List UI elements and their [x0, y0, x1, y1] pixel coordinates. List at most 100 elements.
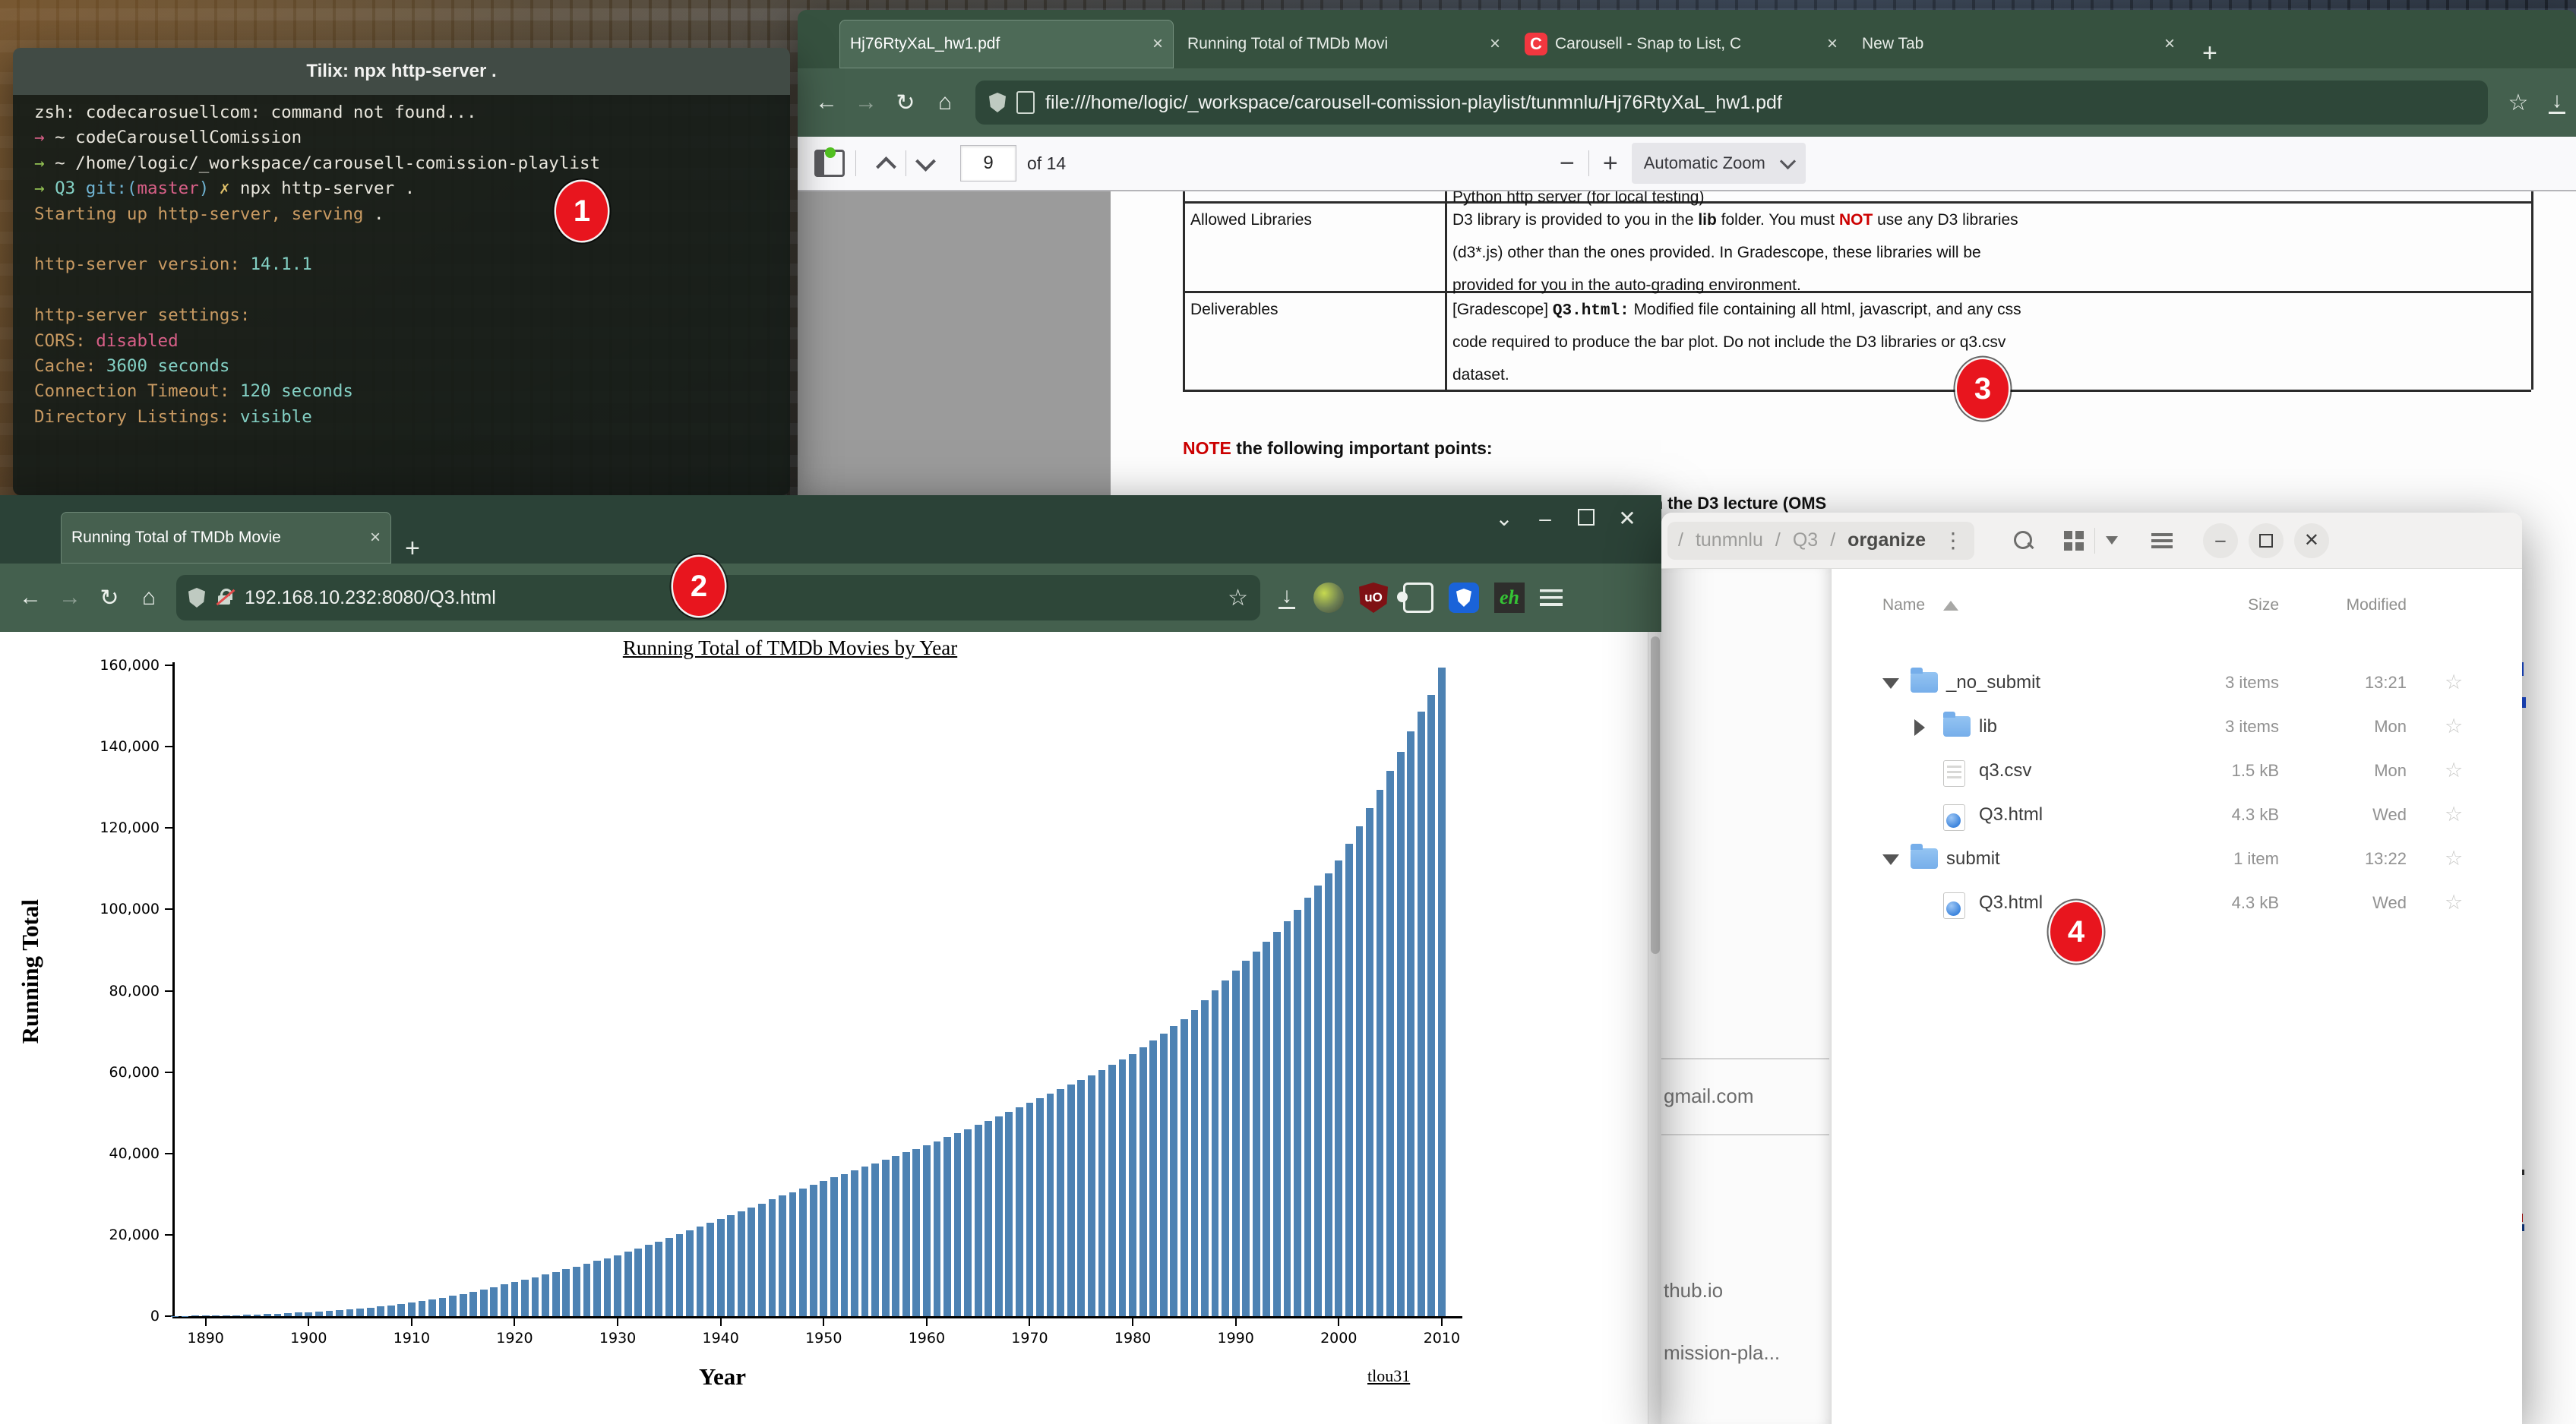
tab-close-icon[interactable]: × — [2164, 33, 2175, 55]
page-number-input[interactable]: 9 — [960, 145, 1016, 182]
eh-extension-icon[interactable]: eh — [1494, 583, 1525, 613]
fm-close-button[interactable]: ✕ — [2294, 523, 2329, 558]
terminal-output[interactable]: zsh: codecarosuellcom: command not found… — [13, 95, 790, 495]
forward-icon[interactable]: → — [846, 90, 886, 115]
bar-1996 — [1294, 910, 1301, 1316]
extensions-puzzle-icon[interactable] — [1403, 583, 1433, 613]
favorite-star-icon[interactable]: ☆ — [2445, 891, 2463, 914]
new-tab-button[interactable]: + — [2202, 39, 2217, 68]
favorite-star-icon[interactable]: ☆ — [2445, 847, 2463, 870]
tab-carousell-snap-to-list-c[interactable]: CCarousell - Snap to List, C× — [1514, 20, 1848, 68]
sort-ascending-icon[interactable] — [1943, 601, 1958, 611]
chart-credit-link[interactable]: tlou31 — [1367, 1366, 1410, 1386]
file-row-name[interactable]: Q3.html — [1979, 892, 2043, 914]
tab-hj76rtyxal-hw1-pdf[interactable]: Hj76RtyXaL_hw1.pdf× — [839, 20, 1174, 68]
grid-view-icon[interactable] — [2064, 531, 2084, 551]
view-options-caret-icon[interactable] — [2106, 536, 2118, 545]
favorite-star-icon[interactable]: ☆ — [2445, 803, 2463, 826]
tracking-shield-icon[interactable] — [989, 93, 1006, 112]
terminal-text: Cache: — [34, 356, 106, 376]
fm-minimize-button[interactable]: – — [2203, 523, 2238, 558]
status-green-dot — [825, 147, 836, 158]
file-row-name[interactable]: submit — [1946, 848, 2000, 870]
home-icon[interactable]: ⌂ — [925, 90, 965, 115]
x-tick-mark — [1029, 1318, 1030, 1326]
bookmark-star-icon[interactable]: ☆ — [1228, 585, 1248, 611]
tracking-shield-icon[interactable] — [188, 588, 205, 608]
downloads-icon[interactable]: ↓ — [1275, 586, 1298, 609]
next-page-icon[interactable] — [915, 151, 936, 172]
tab-close-icon[interactable]: × — [1490, 33, 1500, 55]
kebab-menu-icon[interactable]: ⋮ — [1942, 528, 1964, 553]
breadcrumb-organize[interactable]: organize — [1847, 529, 1926, 551]
forward-icon[interactable]: → — [50, 585, 90, 611]
maximize-button[interactable] — [1566, 507, 1607, 531]
file-row-size: 1 item — [2150, 849, 2279, 869]
url-bar[interactable]: file:///home/logic/_workspace/carousell-… — [975, 81, 2488, 125]
tab-close-icon[interactable]: × — [1827, 33, 1838, 55]
terminal-titlebar[interactable]: Tilix: npx http-server . — [13, 48, 790, 95]
expander-open-icon[interactable] — [1882, 678, 1899, 689]
breadcrumb[interactable]: / tunmnlu / Q3 / organize ⋮ — [1667, 522, 1974, 560]
menu-hamburger-icon[interactable] — [1540, 589, 1563, 606]
bar-1941 — [727, 1215, 735, 1316]
bar-1930 — [614, 1255, 621, 1316]
y-tick-label: 20,000 — [46, 1227, 160, 1243]
url-text[interactable]: file:///home/logic/_workspace/carousell-… — [1045, 92, 2474, 114]
breadcrumb-tunmnlu[interactable]: tunmnlu — [1696, 529, 1763, 551]
zoom-select[interactable]: Automatic Zoom — [1632, 143, 1806, 184]
profile-avatar[interactable] — [1313, 583, 1344, 613]
bar-1999 — [1325, 873, 1332, 1316]
file-row-size: 4.3 kB — [2150, 805, 2279, 825]
breadcrumb-root[interactable]: / — [1678, 529, 1683, 551]
back-icon[interactable]: ← — [807, 90, 846, 115]
tab-close-icon[interactable]: × — [370, 527, 381, 548]
expander-open-icon[interactable] — [1882, 854, 1899, 865]
bar-1910 — [408, 1302, 416, 1316]
scrollbar[interactable] — [1648, 632, 1661, 1424]
bar-1965 — [975, 1125, 982, 1316]
file-row-name[interactable]: Q3.html — [1979, 804, 2043, 826]
favorite-star-icon[interactable]: ☆ — [2445, 671, 2463, 694]
previous-page-icon[interactable] — [876, 156, 896, 177]
close-button[interactable]: ✕ — [1607, 506, 1648, 531]
bitwarden-icon[interactable] — [1449, 583, 1479, 613]
reload-icon[interactable]: ↻ — [886, 90, 925, 116]
downloads-icon[interactable]: ↓ — [2546, 91, 2568, 114]
scrollbar-thumb[interactable] — [1651, 636, 1660, 954]
column-header-size[interactable]: Size — [2150, 596, 2279, 614]
bar-1918 — [490, 1287, 498, 1316]
ublock-origin-icon[interactable]: uO — [1359, 583, 1388, 613]
file-row-name[interactable]: lib — [1979, 716, 1997, 737]
zoom-in-button[interactable]: + — [1589, 149, 1632, 178]
column-header-modified[interactable]: Modified — [2277, 596, 2407, 614]
minimize-button[interactable]: – — [1525, 507, 1566, 531]
tab-running-total[interactable]: Running Total of TMDb Movie × — [61, 512, 391, 564]
bookmark-star-icon[interactable]: ☆ — [2499, 90, 2538, 116]
list-tabs-chevron-icon[interactable]: ⌄ — [1484, 506, 1525, 531]
bar-1898 — [284, 1313, 292, 1316]
terminal-text: 14.1.1 — [250, 254, 311, 274]
search-icon[interactable] — [2014, 531, 2034, 551]
x-tick-label: 2010 — [1396, 1330, 1487, 1347]
tab-running-total-of-tmdb-mo[interactable]: Running Total of TMDb Movi× — [1177, 20, 1511, 68]
home-icon[interactable]: ⌂ — [129, 585, 169, 611]
fm-menu-hamburger-icon[interactable] — [2151, 533, 2173, 548]
file-list[interactable]: NameSizeModified_no_submit3 items13:21☆l… — [1832, 569, 2522, 1424]
fm-maximize-button[interactable] — [2249, 523, 2284, 558]
tab-new-tab[interactable]: New Tab× — [1851, 20, 2186, 68]
url-text[interactable]: 192.168.10.232:8080/Q3.html — [245, 587, 1217, 609]
favorite-star-icon[interactable]: ☆ — [2445, 759, 2463, 782]
favorite-star-icon[interactable]: ☆ — [2445, 715, 2463, 738]
new-tab-button[interactable]: + — [405, 534, 420, 564]
file-row-name[interactable]: q3.csv — [1979, 760, 2031, 781]
zoom-out-button[interactable]: − — [1546, 149, 1588, 178]
bar-1905 — [356, 1309, 364, 1316]
reload-icon[interactable]: ↻ — [90, 585, 129, 611]
breadcrumb-q3[interactable]: Q3 — [1793, 529, 1818, 551]
expander-closed-icon[interactable] — [1914, 719, 1925, 736]
column-header-name[interactable]: Name — [1882, 596, 1925, 614]
file-row-name[interactable]: _no_submit — [1946, 672, 2040, 693]
back-icon[interactable]: ← — [11, 585, 50, 611]
tab-close-icon[interactable]: × — [1152, 33, 1163, 55]
